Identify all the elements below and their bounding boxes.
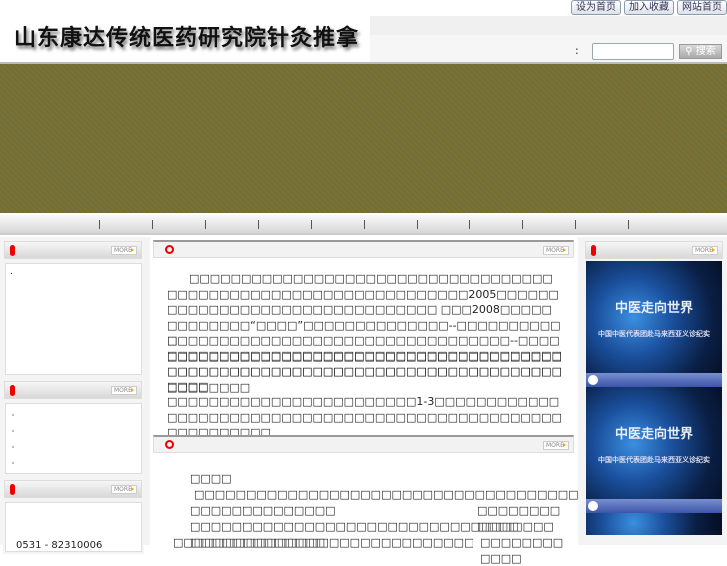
intro-paragraph: □ [167, 334, 178, 347]
marker-icon [591, 245, 596, 256]
nav-separator [364, 220, 365, 229]
video-player-1[interactable]: 中医走向世界 中国中医代表团赴马来西亚义诊纪实 [586, 261, 722, 387]
marker-icon [10, 385, 15, 396]
site-home-button[interactable]: 网站首页 [677, 0, 727, 15]
nav-separator [311, 220, 312, 229]
bullet-icon [12, 446, 14, 448]
logo: 山东康达传统医药研究院针灸推拿 [0, 16, 370, 61]
banner [0, 62, 727, 213]
intro-paragraph: □□□□□□□□□□□□□□□□□□□□□□□□□□□□□□□□□□□□□□□□… [167, 349, 562, 393]
nav-separator [99, 220, 100, 229]
add-favorite-button[interactable]: 加入收藏 [624, 0, 674, 15]
more-button[interactable]: MORE [692, 246, 718, 255]
nav-separator [469, 220, 470, 229]
marker-icon [10, 484, 15, 495]
right-panel-header: MORE [585, 241, 723, 259]
list-item[interactable]: . [10, 267, 13, 277]
marker-icon [165, 245, 174, 254]
left-panel-3-header: MORE [4, 480, 142, 498]
left-panel-2-header: MORE [4, 381, 142, 399]
nav-separator [417, 220, 418, 229]
marker-icon [165, 440, 174, 449]
bullet-icon [12, 462, 14, 464]
play-icon[interactable] [588, 501, 598, 511]
center-section-1-header: MORE [153, 240, 574, 258]
video-controls[interactable] [586, 373, 722, 387]
left-panel-2 [5, 403, 142, 474]
marker-icon [10, 245, 15, 256]
nav-separator [628, 220, 629, 229]
contact-phone: 0531 - 82310006 [16, 540, 103, 551]
search-button[interactable]: ⚲ 搜索 [679, 44, 722, 59]
more-button[interactable]: MORE [111, 246, 137, 255]
nav-separator [522, 220, 523, 229]
more-button[interactable]: MORE [543, 246, 569, 255]
main-nav [0, 215, 727, 235]
more-button[interactable]: MORE [111, 485, 137, 494]
bullet-icon [12, 414, 14, 416]
center-section-2-header: MORE [153, 435, 574, 453]
left-panel-1: . [5, 263, 142, 375]
text-line: □□□□□□□□□□□□ [480, 536, 564, 565]
video-controls[interactable] [586, 499, 722, 513]
nav-separator [258, 220, 259, 229]
text-line: □□□□□□□□□□□□□□□□□□□□□□□□□□□□□□□□□□□□□□□□… [173, 536, 473, 549]
nav-separator [152, 220, 153, 229]
header-strip [370, 16, 727, 35]
intro-paragraph: □□□□□□□□□□□□□□□□□□□□□□□□1-3□□□□□□□□□□□□□… [167, 395, 562, 439]
search-icon: ⚲ [685, 46, 693, 57]
video-player-2[interactable]: 中医走向世界 中国中医代表团赴马来西亚义诊纪实 [586, 387, 722, 513]
set-homepage-button[interactable]: 设为首页 [571, 0, 621, 15]
text-line: □□□□ [190, 472, 232, 485]
more-button[interactable]: MORE [111, 386, 137, 395]
nav-separator [205, 220, 206, 229]
play-icon[interactable] [588, 375, 598, 385]
search-input[interactable] [592, 43, 674, 60]
nav-separator [575, 220, 576, 229]
text-line: □□□□□□□□□□□□□□□□□□□□□□□□□□□□□□□□□□□□□ [194, 488, 579, 501]
left-panel-1-header: MORE [4, 241, 142, 259]
video-player-3[interactable] [586, 513, 722, 535]
more-button[interactable]: MORE [543, 441, 569, 450]
bullet-icon [12, 430, 14, 432]
search-label: : [575, 44, 579, 57]
